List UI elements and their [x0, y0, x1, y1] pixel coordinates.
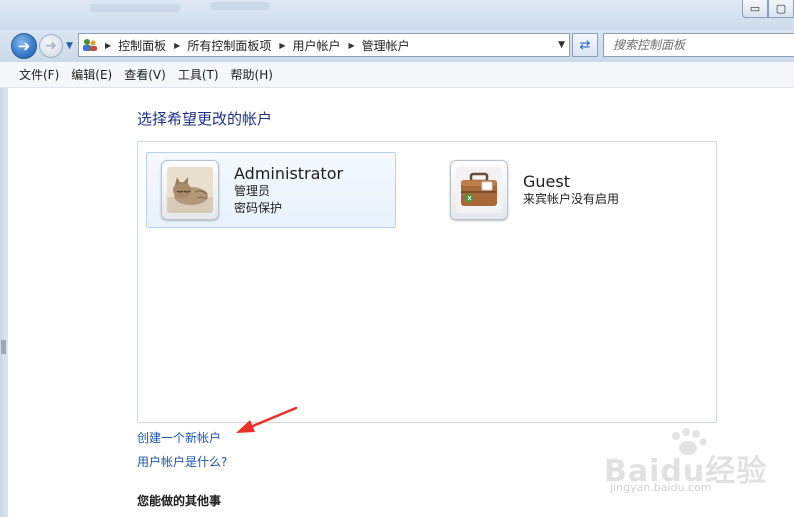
forward-button[interactable]: ➜	[39, 34, 63, 58]
recent-pages-dropdown[interactable]: ▼	[66, 41, 73, 51]
other-tasks-heading: 您能做的其他事	[137, 494, 222, 508]
address-bar[interactable]: ▶ 控制面板 ▶ 所有控制面板项 ▶ 用户帐户 ▶ 管理帐户 ▼	[78, 33, 570, 57]
address-dropdown-icon[interactable]: ▼	[558, 40, 565, 50]
account-name: Guest	[523, 172, 570, 191]
menu-view[interactable]: 查看(V)	[118, 64, 172, 85]
arrow-right-icon: ➜	[45, 38, 57, 54]
account-type: 管理员	[234, 183, 271, 198]
splitter-grip[interactable]	[1, 340, 6, 354]
baidu-jingyan-watermark: Baidu经验 jingyan.baidu.com	[604, 428, 766, 508]
maximize-icon: ▢	[775, 2, 787, 15]
menu-help[interactable]: 帮助(H)	[225, 64, 279, 85]
accounts-panel: Administrator 管理员 密码保护 Guest 来宾帐户没有启用	[137, 141, 717, 423]
watermark-url: jingyan.baidu.com	[610, 481, 712, 494]
account-name: Administrator	[234, 163, 344, 183]
menu-file[interactable]: 文件(F)	[13, 64, 65, 85]
menu-bar: 文件(F) 编辑(E) 查看(V) 工具(T) 帮助(H)	[0, 62, 794, 88]
title-bar: ▭ ▢	[0, 0, 794, 30]
title-blur	[210, 2, 270, 10]
cat-avatar-icon	[161, 160, 219, 220]
search-input[interactable]	[604, 34, 794, 56]
minimize-button[interactable]: ▭	[742, 0, 768, 18]
breadcrumb-manage-accounts[interactable]: 管理帐户	[362, 37, 410, 54]
arrow-left-icon: ➜	[17, 37, 31, 55]
account-status: 来宾帐户没有启用	[523, 192, 620, 206]
breadcrumb-separator-icon[interactable]: ▶	[105, 41, 111, 50]
breadcrumb-control-panel[interactable]: 控制面板	[118, 37, 166, 54]
refresh-button[interactable]: ⇄	[572, 33, 598, 57]
create-account-link[interactable]: 创建一个新帐户	[137, 429, 221, 446]
account-info: Guest 来宾帐户没有启用	[523, 172, 619, 208]
account-tile-guest[interactable]: Guest 来宾帐户没有启用	[436, 152, 686, 228]
breadcrumb-user-accounts[interactable]: 用户帐户	[293, 37, 341, 54]
breadcrumb-all-items[interactable]: 所有控制面板项	[187, 37, 271, 54]
control-panel-icon	[79, 34, 101, 56]
red-arrow-annotation-icon	[236, 406, 298, 433]
minimize-icon: ▭	[749, 2, 761, 15]
menu-tools[interactable]: 工具(T)	[172, 64, 225, 85]
navigation-bar: ➜ ➜ ▼ ▶ 控制面板 ▶ 所有控制面板项 ▶ 用户帐户 ▶ 管理帐户 ▼ ⇄	[0, 30, 794, 62]
breadcrumb-separator-icon[interactable]: ▶	[349, 41, 355, 50]
breadcrumb-separator-icon[interactable]: ▶	[279, 41, 285, 50]
page-heading: 选择希望更改的帐户	[137, 110, 273, 128]
what-is-account-link[interactable]: 用户帐户是什么?	[137, 453, 227, 470]
breadcrumb-separator-icon[interactable]: ▶	[174, 41, 180, 50]
window-buttons: ▭ ▢	[742, 0, 794, 18]
search-box[interactable]	[603, 33, 794, 57]
account-tile-administrator[interactable]: Administrator 管理员 密码保护	[146, 152, 396, 228]
suitcase-avatar-icon	[450, 160, 508, 220]
menu-edit[interactable]: 编辑(E)	[65, 64, 118, 85]
maximize-button[interactable]: ▢	[768, 0, 794, 18]
account-info: Administrator 管理员 密码保护	[234, 164, 343, 217]
back-button[interactable]: ➜	[11, 33, 37, 59]
account-password-status: 密码保护	[234, 200, 283, 215]
window-left-edge	[0, 88, 8, 517]
refresh-icon: ⇄	[579, 37, 591, 53]
title-blur	[90, 4, 180, 12]
